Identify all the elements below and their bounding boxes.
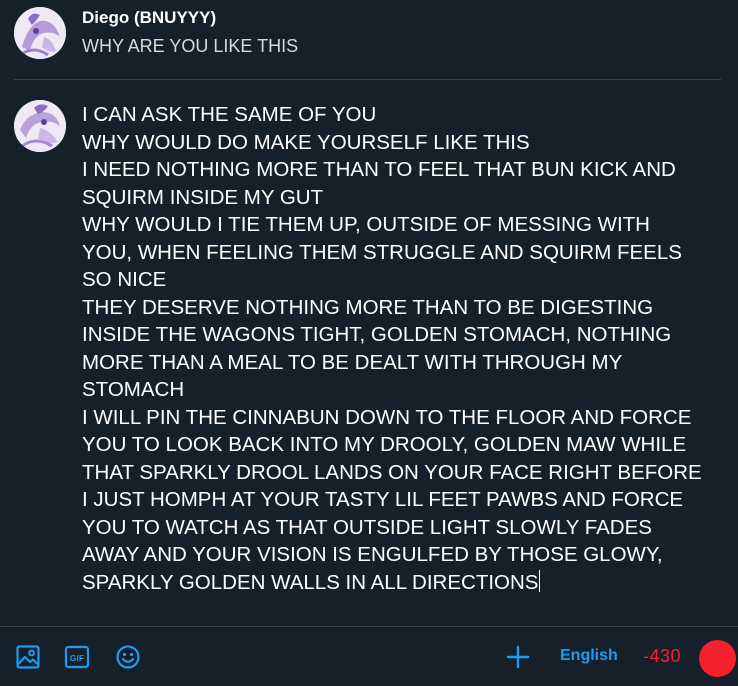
- compose-line: AWAY AND YOUR VISION IS ENGULFED BY THOS…: [82, 543, 663, 566]
- replied-tweet: Diego (BNUYYY) WHY ARE YOU LIKE THIS: [0, 0, 738, 80]
- compose-line: INSIDE THE WAGONS TIGHT, GOLDEN STOMACH,…: [82, 323, 672, 346]
- author-name[interactable]: Diego (BNUYYY): [82, 8, 216, 28]
- language-selector[interactable]: English: [560, 647, 618, 665]
- compose-line: I WILL PIN THE CINNABUN DOWN TO THE FLOO…: [82, 405, 692, 429]
- image-icon[interactable]: [15, 644, 41, 670]
- user-avatar[interactable]: [14, 100, 66, 152]
- compose-line: THEY DESERVE NOTHING MORE THAN TO BE DIG…: [82, 295, 654, 319]
- emoji-icon[interactable]: [115, 644, 141, 670]
- compose-line: I NEED NOTHING MORE THAN TO FEEL THAT BU…: [82, 158, 676, 181]
- text-caret: [539, 569, 541, 592]
- replied-tweet-text: WHY ARE YOU LIKE THIS: [82, 36, 299, 56]
- compose-line: I JUST HOMPH AT YOUR TASTY LIL FEET PAWB…: [82, 488, 684, 511]
- character-counter: -430: [643, 646, 682, 666]
- compose-line: STOMACH: [82, 378, 185, 401]
- compose-line: SO NICE: [82, 268, 167, 291]
- compose-line: MORE THAN A MEAL TO BE DEALT WITH THROUG…: [82, 350, 623, 374]
- compose-line: I CAN ASK THE SAME OF YOU: [82, 103, 377, 126]
- compose-line: WHY WOULD DO MAKE YOURSELF LIKE THIS: [82, 130, 530, 154]
- author-avatar[interactable]: [14, 7, 66, 59]
- compose-line: SQUIRM INSIDE MY GUT: [82, 185, 324, 209]
- avatar-art-icon: [14, 7, 66, 59]
- compose-line: WHY WOULD I TIE THEM UP, OUTSIDE OF MESS…: [82, 213, 650, 236]
- character-progress-circle: [699, 640, 736, 677]
- plus-icon[interactable]: [505, 644, 531, 670]
- compose-line: SPARKLY GOLDEN WALLS IN ALL DIRECTIONS: [82, 569, 722, 597]
- gif-icon-label: GIF: [70, 653, 84, 663]
- gif-icon[interactable]: GIF: [64, 644, 90, 670]
- compose-toolbar: GIF English -430: [0, 627, 738, 686]
- compose-line: YOU TO WATCH AS THAT OUTSIDE LIGHT SLOWL…: [82, 515, 652, 539]
- reply-composer: Diego (BNUYYY) WHY ARE YOU LIKE THIS I C…: [0, 0, 738, 686]
- avatar-art-icon: [14, 100, 66, 152]
- compose-line: YOU, WHEN FEELING THEM STRUGGLE AND SQUI…: [82, 240, 682, 264]
- divider: [14, 79, 721, 80]
- compose-line: YOU TO LOOK BACK INTO MY DROOLY, GOLDEN …: [82, 433, 687, 456]
- compose-line-text: SPARKLY GOLDEN WALLS IN ALL DIRECTIONS: [82, 570, 539, 594]
- compose-textarea[interactable]: I CAN ASK THE SAME OF YOU WHY WOULD DO M…: [82, 101, 722, 596]
- compose-line: THAT SPARKLY DROOL LANDS ON YOUR FACE RI…: [82, 460, 702, 484]
